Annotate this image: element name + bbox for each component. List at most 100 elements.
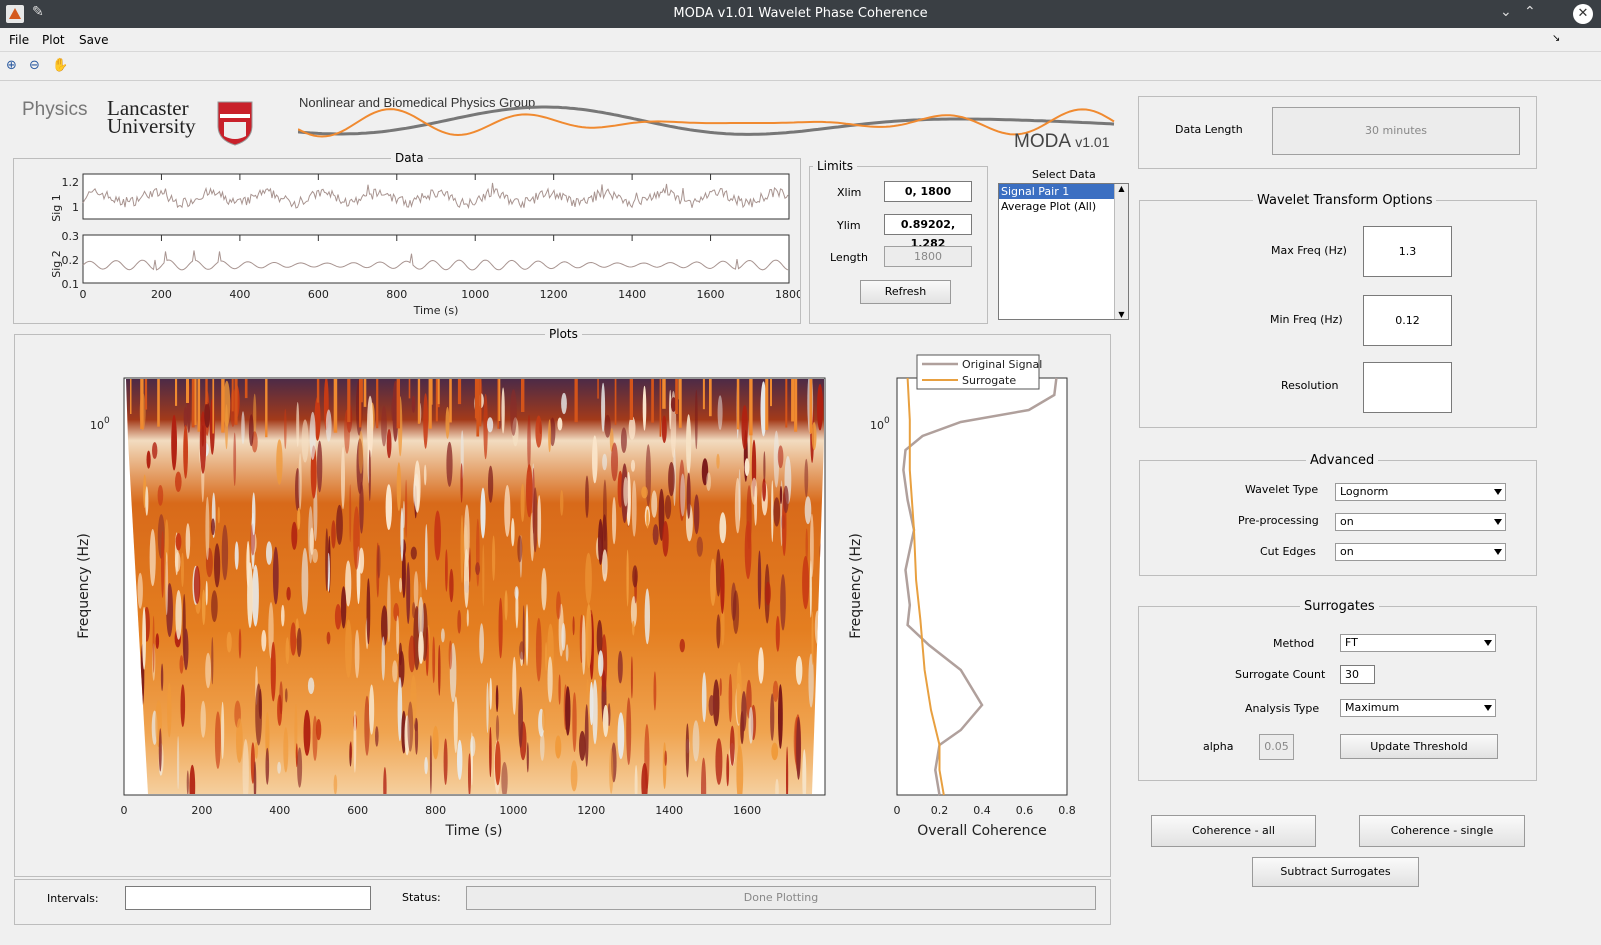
heatmap-cell [312, 715, 318, 761]
menu-expand-icon[interactable]: ↘ [1552, 33, 1560, 44]
minimize-icon[interactable]: ⌄ [1500, 4, 1512, 20]
zoom-out-icon[interactable]: ⊖ [29, 58, 47, 76]
main-x-tick: 1200 [577, 804, 605, 817]
heatmap-cell [189, 764, 196, 794]
heatmap-cell [644, 588, 650, 645]
surrogate-count-input[interactable]: 30 [1340, 665, 1375, 684]
analysis-type-select[interactable]: Maximum [1340, 699, 1496, 717]
heatmap-cell [284, 408, 287, 450]
heatmap-spike [678, 379, 682, 428]
heatmap-cell [476, 518, 480, 587]
heatmap-cell [602, 453, 608, 471]
intervals-input[interactable] [125, 886, 371, 910]
heatmap-cell [281, 604, 285, 627]
side-x-tick: 0.2 [931, 804, 949, 817]
heatmap-cell [669, 389, 672, 430]
heatmap-cell [495, 684, 499, 713]
heatmap-cell [728, 673, 733, 723]
menu-file[interactable]: File [9, 33, 29, 47]
heatmap-cell [741, 691, 747, 732]
pan-hand-icon[interactable]: ✋ [52, 58, 70, 76]
menu-save[interactable]: Save [79, 33, 108, 47]
heatmap-cell [579, 730, 586, 761]
heatmap-cell [770, 693, 775, 741]
list-scrollbar[interactable]: ▲ ▼ [1114, 184, 1128, 319]
heatmap-cell [732, 590, 740, 635]
method-select[interactable]: FT [1340, 634, 1496, 652]
xlim-input[interactable]: 0, 1800 [884, 181, 972, 202]
subtract-surrogates-button[interactable]: Subtract Surrogates [1252, 857, 1419, 887]
data-x-tick: 1200 [540, 288, 568, 301]
heatmap-cell [149, 529, 156, 587]
heatmap-cell [438, 644, 441, 696]
max-freq-input[interactable]: 1.3 [1363, 226, 1452, 277]
cut-edges-select[interactable]: on [1335, 543, 1506, 561]
heatmap-cell [517, 535, 523, 563]
preprocessing-value: on [1340, 515, 1354, 528]
zoom-in-icon[interactable]: ⊕ [6, 58, 24, 76]
heatmap-cell [585, 475, 589, 519]
heatmap-cell [520, 483, 525, 522]
update-threshold-button[interactable]: Update Threshold [1340, 734, 1498, 759]
heatmap-cell [630, 656, 633, 699]
menu-plot[interactable]: Plot [42, 33, 65, 47]
heatmap-cell [653, 671, 657, 711]
cut-edges-label: Cut Edges [1260, 545, 1316, 558]
heatmap-cell [242, 739, 249, 794]
coherence-single-button[interactable]: Coherence - single [1359, 815, 1525, 847]
sig1-tick: 1.2 [62, 176, 80, 189]
heatmap-cell [316, 440, 323, 493]
heatmap-cell [741, 405, 748, 450]
heatmap-cell [510, 389, 517, 436]
heatmap-cell [285, 688, 288, 703]
heatmap-cell [501, 387, 505, 434]
heatmap-cell [381, 605, 388, 646]
ylim-input[interactable]: 0.89202, 1.282 [884, 214, 972, 250]
list-item-signal-pair[interactable]: Signal Pair 1 [999, 184, 1115, 199]
heatmap-spike [186, 379, 189, 403]
preprocessing-select[interactable]: on [1335, 513, 1506, 531]
heatmap-spike [435, 379, 438, 422]
main-x-tick: 1400 [655, 804, 683, 817]
coherence-all-button[interactable]: Coherence - all [1151, 815, 1316, 847]
heatmap-cell [664, 750, 667, 766]
min-freq-input[interactable]: 0.12 [1363, 295, 1452, 346]
heatmap-cell [487, 417, 494, 433]
status-label: Status: [402, 891, 441, 904]
heatmap-cell [183, 424, 188, 479]
heatmap-cell [482, 544, 485, 607]
heatmap-cell [211, 590, 218, 623]
alpha-label: alpha [1203, 740, 1234, 753]
heatmap-cell [336, 504, 343, 545]
heatmap-cell [248, 414, 254, 447]
heatmap-cell [804, 496, 812, 525]
resolution-input[interactable] [1363, 362, 1452, 413]
heatmap-cell [405, 479, 408, 538]
scroll-down-icon[interactable]: ▼ [1115, 310, 1128, 319]
heatmap-cell [664, 495, 672, 520]
heatmap-spike [675, 379, 678, 414]
wavelet-type-select[interactable]: Lognorm [1335, 483, 1506, 501]
close-icon[interactable]: ✕ [1573, 4, 1593, 24]
scroll-up-icon[interactable]: ▲ [1115, 184, 1128, 193]
heatmap-cell [526, 742, 529, 773]
heatmap-cell [556, 591, 561, 620]
heatmap-cell [214, 711, 221, 769]
select-data-list[interactable]: Signal Pair 1 Average Plot (All) ▲ ▼ [998, 183, 1129, 320]
heatmap-cell [701, 672, 707, 723]
heatmap-cell [408, 635, 416, 673]
heatmap-cell [349, 484, 352, 543]
refresh-button[interactable]: Refresh [860, 280, 951, 304]
heatmap-cell [604, 414, 611, 438]
heatmap-cell [400, 507, 404, 562]
heatmap-cell [226, 631, 232, 653]
heatmap-cell [541, 567, 547, 611]
heatmap-cell [205, 652, 212, 689]
side-x-tick: 0.8 [1058, 804, 1076, 817]
maximize-icon[interactable]: ⌃ [1524, 4, 1536, 20]
heatmap-cell [181, 552, 184, 587]
heatmap-cell [710, 558, 716, 607]
heatmap-cell [258, 688, 262, 720]
heatmap-cell [201, 589, 206, 626]
list-item-average[interactable]: Average Plot (All) [999, 199, 1128, 214]
